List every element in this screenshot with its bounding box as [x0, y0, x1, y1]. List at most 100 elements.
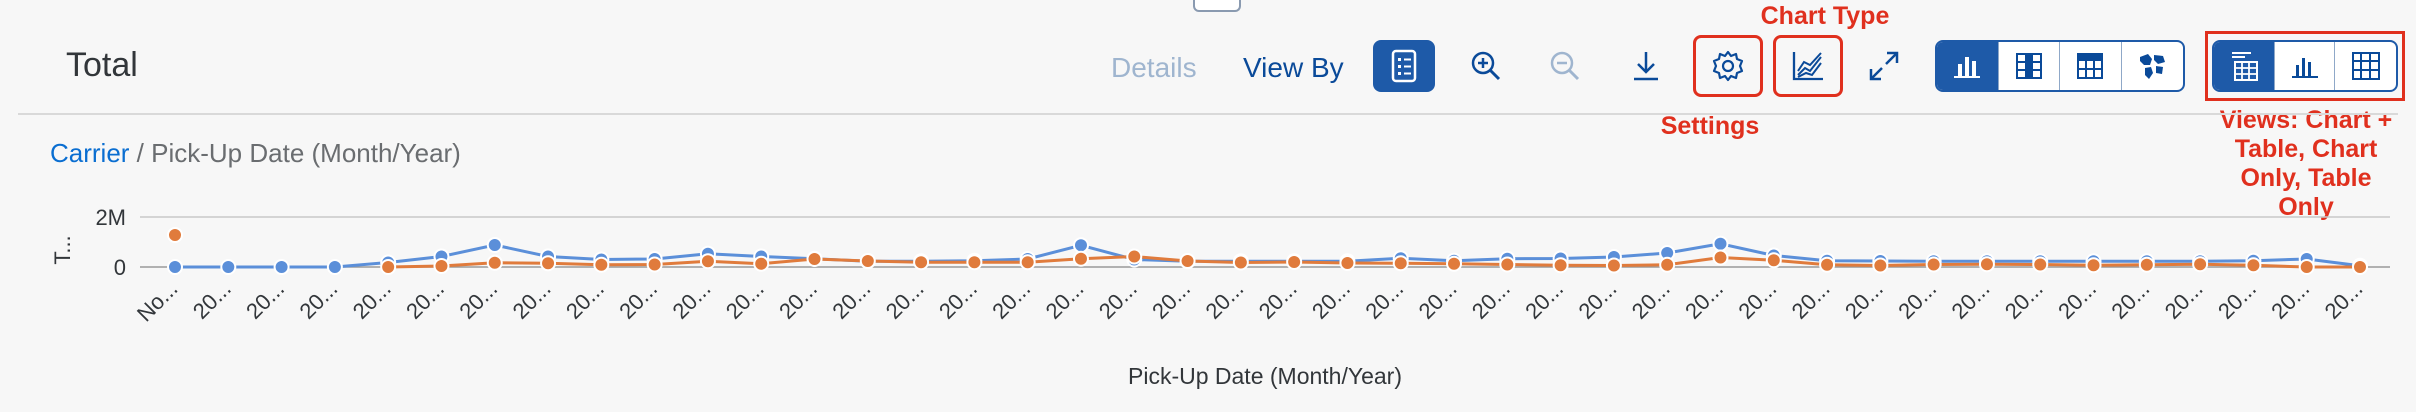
x-axis-label: Pick-Up Date (Month/Year) — [1128, 363, 1402, 389]
choropleth-option[interactable] — [2122, 42, 2184, 90]
x-tick-label: 20... — [1360, 276, 1408, 324]
data-point[interactable] — [273, 259, 290, 275]
data-point[interactable] — [2138, 256, 2155, 273]
x-tick-label: No... — [132, 276, 183, 327]
data-point[interactable] — [1819, 256, 1836, 273]
data-point[interactable] — [2192, 256, 2209, 273]
data-point[interactable] — [646, 256, 663, 273]
x-tick-label: 20... — [1840, 276, 1888, 324]
settings-icon — [1712, 50, 1744, 82]
details-button[interactable]: Details — [1111, 52, 1197, 84]
x-tick-label: 20... — [1573, 276, 1621, 324]
data-point[interactable] — [486, 237, 503, 253]
legend-toggle-button[interactable] — [1373, 40, 1435, 92]
view-by-button[interactable]: View By — [1243, 52, 1344, 84]
data-point[interactable] — [1552, 257, 1569, 274]
breadcrumb: Carrier / Pick-Up Date (Month/Year) — [50, 138, 461, 169]
data-point[interactable] — [699, 253, 716, 270]
data-point[interactable] — [1446, 255, 1463, 272]
breadcrumb-link-carrier[interactable]: Carrier — [50, 138, 129, 168]
data-point[interactable] — [326, 259, 343, 275]
x-tick-label: 20... — [1254, 276, 1302, 324]
choropleth-icon — [2140, 54, 2166, 79]
x-tick-label: 20... — [1147, 276, 1195, 324]
y-axis-label: T... — [50, 235, 75, 264]
x-tick-label: 20... — [721, 276, 769, 324]
x-tick-label: 20... — [2266, 276, 2314, 324]
data-point[interactable] — [1126, 248, 1143, 265]
chart-type-button[interactable] — [1773, 35, 1843, 97]
data-point[interactable] — [167, 227, 183, 243]
data-point[interactable] — [2032, 256, 2049, 273]
x-tick-label: 20... — [2213, 276, 2261, 324]
breadcrumb-current: Pick-Up Date (Month/Year) — [151, 138, 461, 168]
x-tick-label: 20... — [987, 276, 1035, 324]
chart-and-table-option[interactable] — [2214, 42, 2275, 90]
column-chart-option[interactable] — [1937, 42, 1999, 90]
data-point[interactable] — [593, 256, 610, 273]
view-mode-segmented — [2212, 40, 2398, 92]
zoom-in-icon — [1471, 51, 1501, 81]
download-icon — [1634, 52, 1658, 81]
data-point[interactable] — [167, 259, 183, 275]
annotation-settings: Settings — [1660, 112, 1760, 140]
x-tick-label: 20... — [508, 276, 556, 324]
data-point[interactable] — [220, 259, 237, 275]
data-point[interactable] — [380, 259, 397, 275]
data-point[interactable] — [2245, 257, 2262, 274]
data-point[interactable] — [1072, 237, 1089, 254]
data-point[interactable] — [2352, 259, 2368, 275]
data-point[interactable] — [966, 254, 983, 271]
data-point[interactable] — [806, 251, 823, 267]
x-tick-label: 20... — [454, 276, 502, 324]
data-point[interactable] — [1499, 256, 1516, 273]
data-point[interactable] — [1925, 256, 1942, 273]
data-point[interactable] — [1765, 252, 1782, 269]
fullscreen-icon — [1869, 51, 1899, 81]
data-point[interactable] — [1232, 254, 1249, 271]
download-button[interactable] — [1615, 40, 1677, 92]
page-title: Total — [66, 46, 138, 84]
zoom-out-button[interactable] — [1534, 40, 1596, 92]
zoom-in-button[interactable] — [1455, 40, 1517, 92]
data-point[interactable] — [1286, 254, 1303, 270]
data-point[interactable] — [1072, 250, 1089, 267]
data-point[interactable] — [486, 254, 503, 271]
legend-icon — [1391, 49, 1417, 83]
data-point[interactable] — [859, 253, 876, 269]
x-tick-label: 20... — [241, 276, 289, 324]
data-point[interactable] — [1978, 256, 1995, 273]
data-point[interactable] — [540, 255, 557, 272]
chart-and-table-icon — [2231, 52, 2258, 81]
y-tick-label: 2M — [95, 205, 126, 230]
table-only-option[interactable] — [2335, 42, 2396, 90]
data-point[interactable] — [1392, 255, 1409, 272]
data-point[interactable] — [753, 255, 770, 272]
data-point[interactable] — [1605, 257, 1622, 274]
x-tick-label: 20... — [1893, 276, 1941, 324]
data-point[interactable] — [1659, 256, 1676, 273]
fullscreen-button[interactable] — [1853, 40, 1915, 92]
column-chart-icon — [1954, 57, 1981, 78]
data-point[interactable] — [433, 258, 450, 274]
data-point[interactable] — [1712, 249, 1729, 266]
data-point[interactable] — [1872, 257, 1889, 274]
data-point[interactable] — [1019, 254, 1036, 271]
data-point[interactable] — [913, 254, 930, 271]
x-tick-label: 20... — [1787, 276, 1835, 324]
data-point[interactable] — [1339, 255, 1356, 271]
data-point[interactable] — [1712, 235, 1729, 252]
data-point[interactable] — [2298, 259, 2315, 275]
x-tick-label: 20... — [2106, 276, 2154, 324]
x-tick-label: 20... — [188, 276, 236, 324]
stacked-table-option[interactable] — [1999, 42, 2060, 90]
grid-table-option[interactable] — [2060, 42, 2122, 90]
data-point[interactable] — [1179, 253, 1196, 269]
settings-button[interactable] — [1693, 35, 1763, 97]
top-tab-handle[interactable] — [1193, 0, 1241, 12]
data-point[interactable] — [2085, 257, 2102, 274]
x-tick-label: 20... — [614, 276, 662, 324]
header-divider — [18, 113, 2398, 115]
x-tick-label: 20... — [881, 276, 929, 324]
chart-only-option[interactable] — [2275, 42, 2336, 90]
